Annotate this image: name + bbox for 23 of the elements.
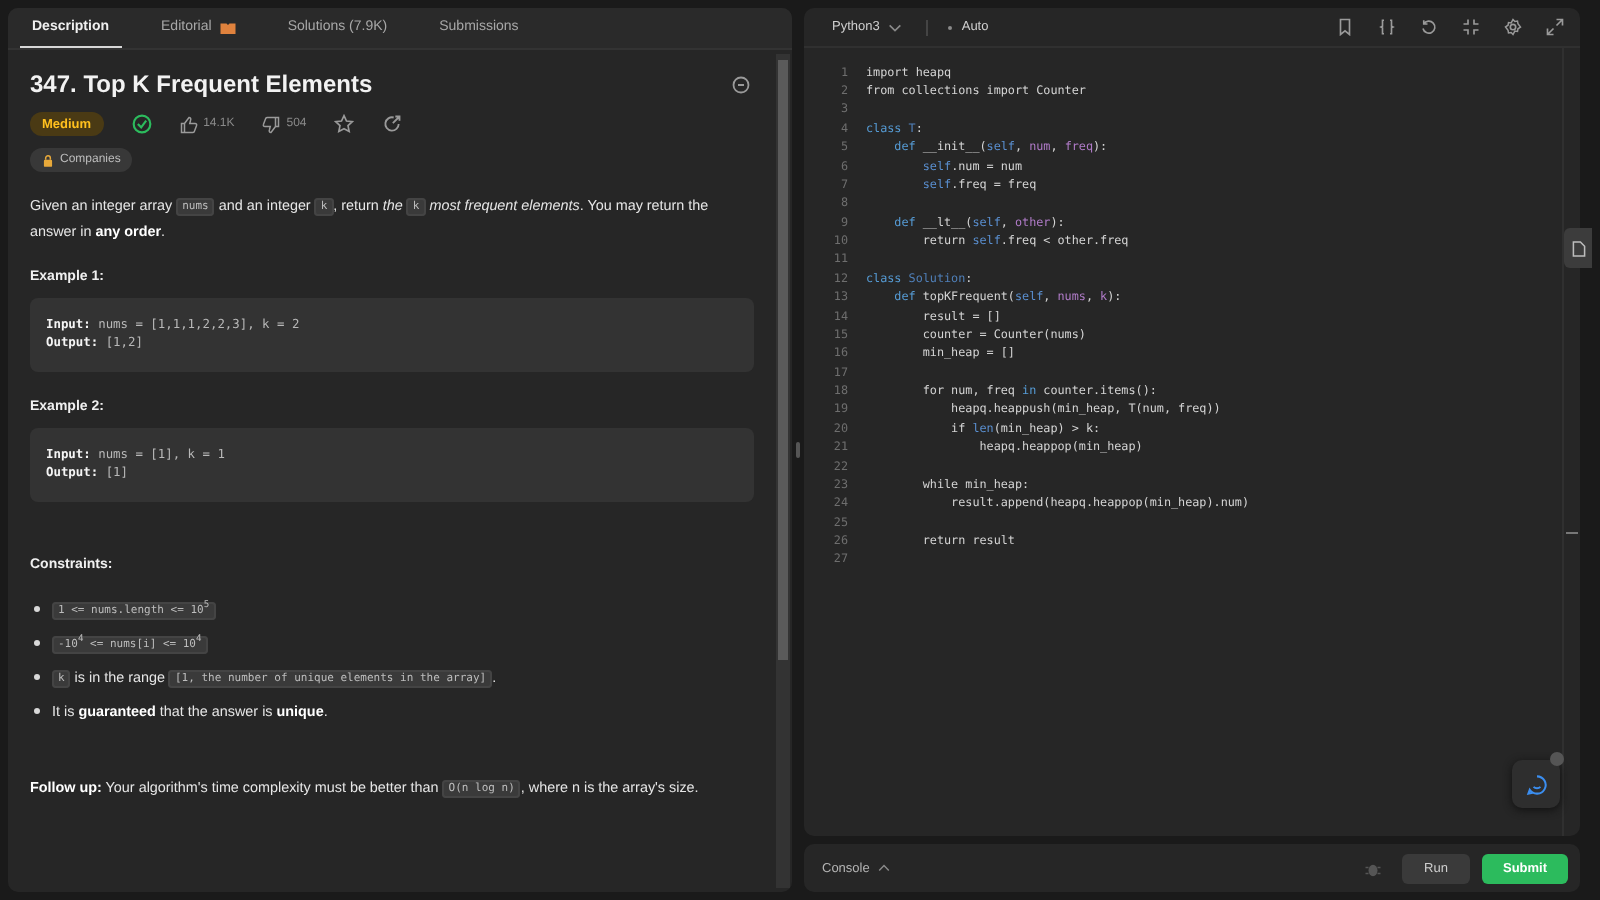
- problem-title: 347. Top K Frequent Elements: [30, 70, 373, 98]
- thumbs-down-icon: [262, 115, 281, 133]
- bullet-icon: [34, 707, 40, 713]
- scrollbar[interactable]: [776, 54, 790, 888]
- bullet-icon: [34, 639, 40, 645]
- resize-handle[interactable]: [796, 442, 800, 458]
- thumbs-up-icon: [179, 115, 198, 133]
- collapse-icon[interactable]: [1462, 18, 1480, 36]
- feedback-button[interactable]: [1512, 760, 1560, 808]
- document-icon: [1571, 239, 1585, 257]
- lock-icon: [42, 153, 54, 167]
- braces-icon[interactable]: [1378, 18, 1396, 36]
- bullet-icon: [34, 605, 40, 611]
- bookmark-icon[interactable]: [1336, 18, 1354, 36]
- fullscreen-icon[interactable]: [1546, 18, 1564, 36]
- chevron-up-icon: [877, 864, 890, 872]
- bullet-icon: [34, 673, 40, 679]
- reset-icon[interactable]: [1420, 18, 1438, 36]
- chevron-down-icon: [887, 23, 902, 31]
- settings-icon[interactable]: [1504, 18, 1522, 36]
- share-icon[interactable]: [382, 114, 403, 134]
- star-icon[interactable]: [334, 114, 355, 134]
- note-tab[interactable]: [1564, 228, 1592, 268]
